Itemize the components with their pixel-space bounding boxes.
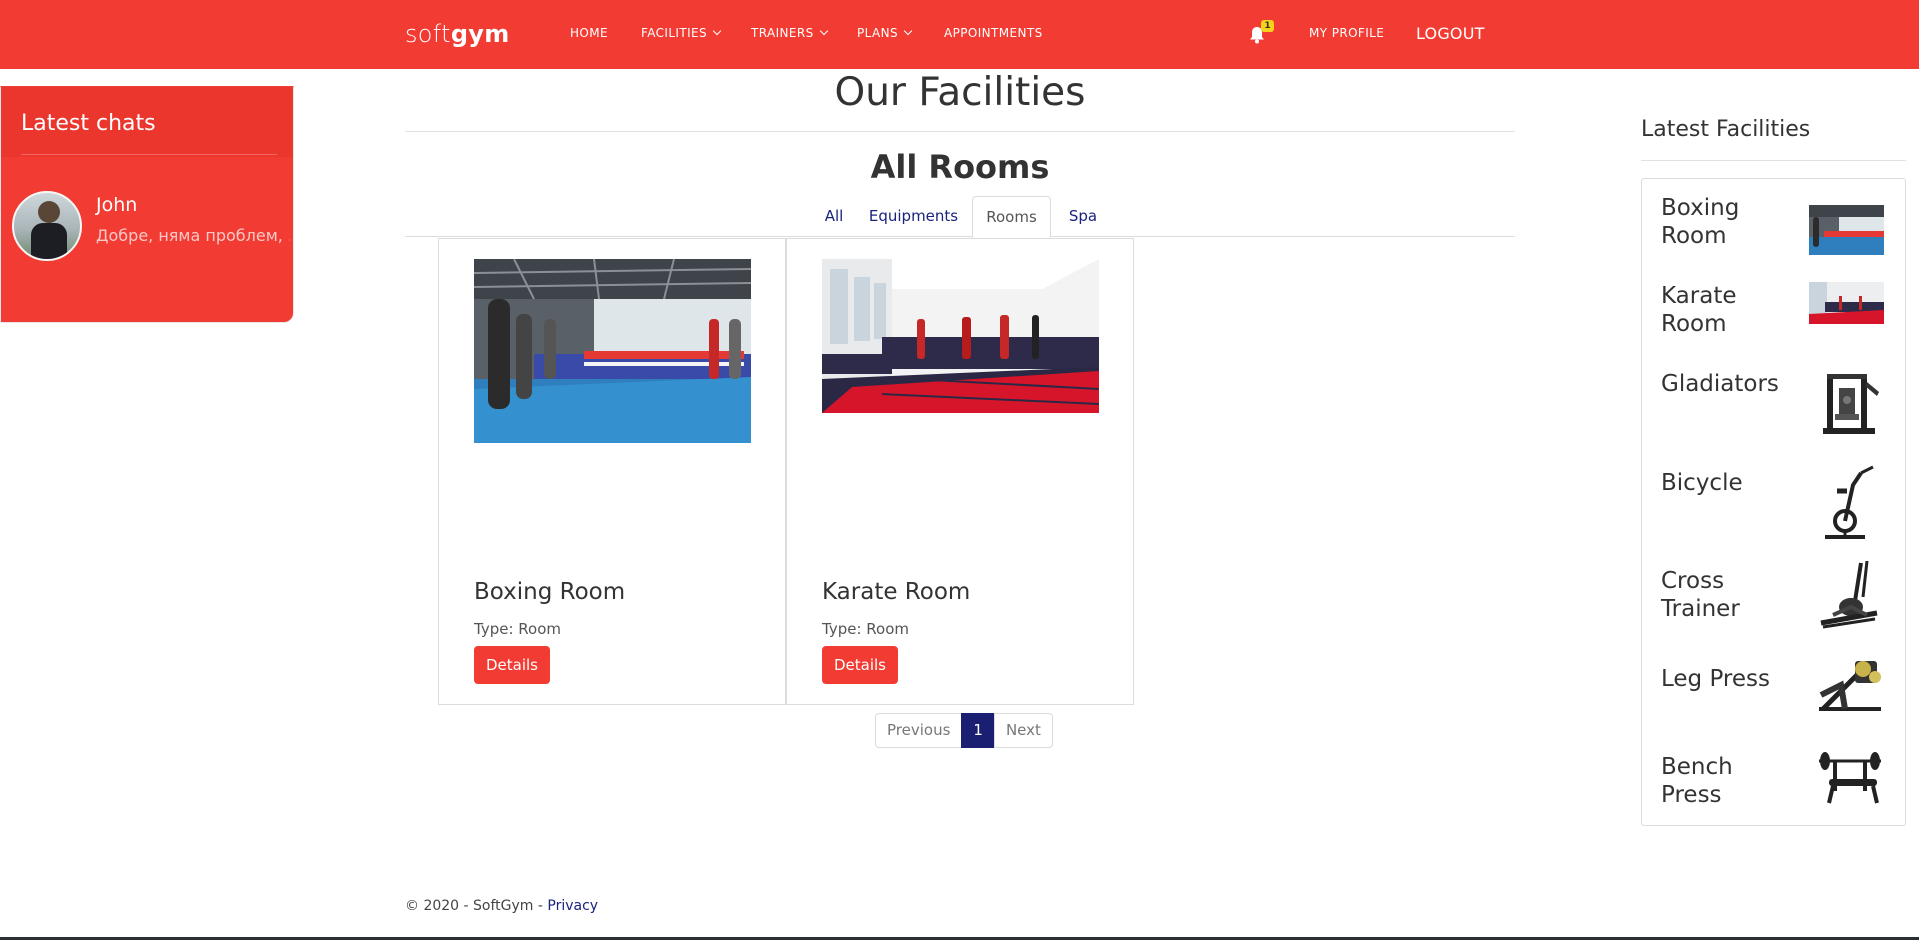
pagination-page-1[interactable]: 1 [961, 713, 995, 748]
section-title: All Rooms [870, 148, 1050, 186]
cross-trainer-icon [1815, 557, 1885, 637]
boxing-room-thumbnail [1809, 205, 1884, 259]
pagination-previous[interactable]: Previous [875, 713, 963, 748]
card-title: Karate Room [822, 579, 971, 605]
nav-appointments[interactable]: APPOINTMENTS [944, 26, 1043, 40]
bicycle-machine-icon [1817, 463, 1883, 545]
nav-facilities[interactable]: FACILITIES [641, 26, 722, 40]
facility-tabs: All Equipments Rooms Spa [405, 196, 1515, 238]
facility-name: Cross Trainer [1661, 568, 1740, 622]
card-type: Type: Room [474, 620, 561, 638]
latest-chats-title: Latest chats [21, 111, 156, 136]
tab-equipments[interactable]: Equipments [866, 196, 961, 237]
facility-name: Bench Press [1661, 754, 1733, 808]
chevron-down-icon [903, 26, 913, 36]
details-button[interactable]: Details [822, 646, 898, 684]
nav-my-profile[interactable]: MY PROFILE [1309, 26, 1384, 40]
boxing-room-image [474, 259, 751, 443]
avatar-head [38, 201, 60, 223]
bench-press-icon [1815, 751, 1885, 813]
latest-facilities-list: Boxing Room Karate Room Gladiators Bicyc… [1641, 178, 1906, 826]
karate-room-thumbnail [1809, 282, 1884, 328]
facility-card: Karate Room Type: Room Details [786, 238, 1134, 705]
pagination: Previous 1 Next [875, 713, 1053, 748]
chat-last-message[interactable]: Добре, няма проблем, ... [96, 226, 290, 245]
logout-button[interactable]: LOGOUT [1416, 24, 1485, 43]
brand-logo[interactable]: softgym [405, 20, 510, 48]
nav-trainers-label: TRAINERS [751, 26, 814, 40]
tab-rooms[interactable]: Rooms [972, 196, 1051, 238]
nav-home[interactable]: HOME [570, 26, 608, 40]
nav-facilities-label: FACILITIES [641, 26, 708, 40]
divider [21, 154, 277, 155]
facility-name: Karate Room [1661, 283, 1737, 337]
brand-bold-text: gym [450, 20, 510, 48]
top-navbar: softgym HOME FACILITIES TRAINERS PLANS A… [0, 0, 1919, 69]
brand-light-text: soft [405, 20, 451, 48]
footer-copyright: © 2020 - SoftGym - [405, 898, 548, 914]
divider [1641, 160, 1906, 161]
leg-press-icon [1815, 655, 1885, 719]
footer: © 2020 - SoftGym - Privacy [405, 898, 598, 914]
avatar-body [31, 223, 67, 259]
facility-name: Leg Press [1661, 666, 1771, 692]
nav-plans[interactable]: PLANS [857, 26, 913, 40]
facility-name: Gladiators [1661, 371, 1779, 397]
pagination-next[interactable]: Next [993, 713, 1053, 748]
avatar[interactable] [12, 191, 82, 261]
facility-card: Boxing Room Type: Room Details [438, 238, 786, 705]
chat-contact-name[interactable]: John [96, 194, 137, 216]
tab-all[interactable]: All [813, 196, 855, 237]
nav-plans-label: PLANS [857, 26, 898, 40]
divider [405, 131, 1515, 132]
details-button[interactable]: Details [474, 646, 550, 684]
page-title: Our Facilities [834, 70, 1086, 115]
latest-facilities-title: Latest Facilities [1641, 117, 1811, 142]
facility-name: Boxing Room [1661, 195, 1740, 249]
facility-name: Bicycle [1661, 470, 1743, 496]
privacy-link[interactable]: Privacy [547, 898, 598, 914]
notification-badge: 1 [1261, 20, 1274, 32]
chevron-down-icon [712, 26, 722, 36]
karate-room-image [822, 259, 1099, 413]
nav-trainers[interactable]: TRAINERS [751, 26, 828, 40]
chevron-down-icon [819, 26, 828, 36]
gladiators-machine-icon [1817, 370, 1883, 442]
tab-spa[interactable]: Spa [1056, 196, 1110, 237]
card-type: Type: Room [822, 620, 909, 638]
latest-chats-panel: Latest chats John Добре, няма проблем, .… [0, 86, 294, 323]
card-title: Boxing Room [474, 579, 626, 605]
